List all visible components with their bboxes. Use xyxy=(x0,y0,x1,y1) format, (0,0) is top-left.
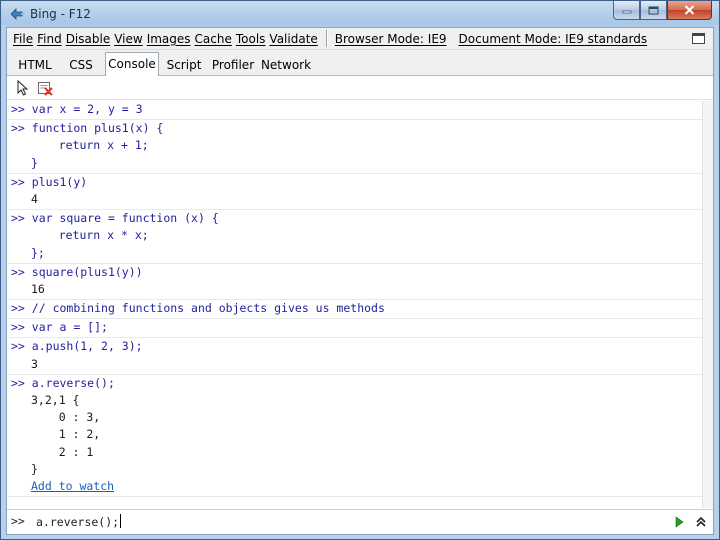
text-caret xyxy=(120,514,122,528)
console-command-line: >> var x = 2, y = 3 xyxy=(7,101,702,118)
tab-profiler[interactable]: Profiler xyxy=(210,54,256,76)
command-text: // combining functions and objects gives… xyxy=(31,301,385,316)
result-line: 16 xyxy=(31,281,45,296)
command-text: plus1(y) xyxy=(31,174,88,189)
add-to-watch-row: Add to watch xyxy=(7,478,702,495)
command-text: var a = []; xyxy=(31,320,108,335)
result-line: 3 xyxy=(31,356,38,371)
console-entry: >> var x = 2, y = 3 xyxy=(7,101,702,121)
command-text: function plus1(x) { xyxy=(31,121,164,136)
expand-multiline-icon[interactable] xyxy=(695,516,707,528)
console-input-line: >> a.reverse(); xyxy=(7,509,713,534)
console-entry: >> var square = function (x) { return x … xyxy=(7,210,702,264)
f12-devtools-window: Bing - F12 File Find Disable View Images… xyxy=(0,0,720,540)
command-text: square(plus1(y)) xyxy=(31,264,143,279)
console-scrollbar[interactable] xyxy=(702,101,713,508)
command-continuation-line: } xyxy=(31,155,38,170)
close-button[interactable] xyxy=(667,1,712,20)
prompt-marker: >> xyxy=(11,121,25,136)
command-text: var square = function (x) { xyxy=(31,211,219,226)
input-prompt-marker: >> xyxy=(11,514,25,528)
command-continuation-line: }; xyxy=(31,245,45,260)
console-command-line: >> var a = []; xyxy=(7,319,702,336)
console-command-line: >> square(plus1(y)) xyxy=(7,264,702,281)
result-line: } xyxy=(31,461,38,476)
tab-html[interactable]: HTML xyxy=(13,54,57,76)
console-entry: >> square(plus1(y)) 16 xyxy=(7,264,702,301)
minimize-icon xyxy=(622,10,631,14)
command-continuation-line: return x * x; xyxy=(31,228,149,243)
console-command-line: >> a.push(1, 2, 3); xyxy=(7,338,702,355)
console-command-line: >> // combining functions and objects gi… xyxy=(7,300,702,317)
dock-toggle-icon[interactable] xyxy=(692,33,705,44)
prompt-marker: >> xyxy=(11,375,25,390)
document-mode-menu[interactable]: Document Mode: IE9 standards xyxy=(459,32,652,46)
result-line: 3,2,1 { xyxy=(31,393,80,407)
console-command-line: >> function plus1(x) { xyxy=(7,120,702,137)
devtools-client-area: File Find Disable View Images Cache Tool… xyxy=(6,27,714,535)
window-title: Bing - F12 xyxy=(30,7,91,21)
command-text: a.reverse(); xyxy=(31,375,115,390)
menu-images[interactable]: Images xyxy=(147,32,195,46)
console-entry: >> function plus1(x) { return x + 1;} xyxy=(7,120,702,174)
prompt-marker: >> xyxy=(11,174,25,189)
console-entry: >> var a = []; xyxy=(7,319,702,339)
menu-file[interactable]: File xyxy=(13,32,37,46)
maximize-icon xyxy=(648,6,659,14)
browser-mode-menu[interactable]: Browser Mode: IE9 xyxy=(335,32,451,46)
result-line: 0 : 3, xyxy=(31,410,101,425)
console-entry: >> a.push(1, 2, 3); 3 xyxy=(7,338,702,375)
prompt-marker: >> xyxy=(11,102,25,116)
result-line: 4 xyxy=(31,191,38,206)
prompt-marker: >> xyxy=(11,339,25,354)
console-entry: >> plus1(y) 4 xyxy=(7,174,702,211)
run-script-icon[interactable] xyxy=(673,516,685,528)
result-line: 1 : 2, xyxy=(31,427,101,442)
console-command-line: >> var square = function (x) { xyxy=(7,210,702,227)
tab-network[interactable]: Network xyxy=(260,54,312,76)
command-text: var x = 2, y = 3 xyxy=(31,102,143,116)
devtools-app-icon xyxy=(10,8,24,20)
menu-disable[interactable]: Disable xyxy=(66,32,115,46)
console-output: >> var x = 2, y = 3 >> function plus1(x) … xyxy=(7,101,702,508)
console-command-line: >> a.reverse(); xyxy=(7,375,702,392)
console-command-line: >> plus1(y) xyxy=(7,174,702,191)
prompt-marker: >> xyxy=(11,301,25,316)
tab-console[interactable]: Console xyxy=(105,52,159,77)
menu-separator xyxy=(325,30,327,47)
console-input-value: a.reverse(); xyxy=(36,515,120,529)
title-bar[interactable]: Bing - F12 xyxy=(1,1,719,27)
minimize-button[interactable] xyxy=(613,1,640,20)
menu-tools[interactable]: Tools xyxy=(236,32,270,46)
add-to-watch-link[interactable]: Add to watch xyxy=(31,479,114,493)
select-element-icon[interactable] xyxy=(15,80,31,96)
clear-console-icon[interactable] xyxy=(37,80,53,96)
menu-cache[interactable]: Cache xyxy=(195,32,236,46)
console-toolbar xyxy=(7,76,713,100)
menu-view[interactable]: View xyxy=(114,32,146,46)
console-entry: >> a.reverse(); 3,2,1 { 0 : 3, 1 : 2, 2 :… xyxy=(7,375,702,498)
menu-bar: File Find Disable View Images Cache Tool… xyxy=(7,28,713,50)
menu-find[interactable]: Find xyxy=(37,32,66,46)
result-line: 2 : 1 xyxy=(31,444,94,459)
tab-strip: HTML CSS Console Script Profiler Network xyxy=(7,50,713,77)
menu-validate[interactable]: Validate xyxy=(269,32,321,46)
command-text: a.push(1, 2, 3); xyxy=(31,339,143,354)
console-input[interactable]: a.reverse(); xyxy=(36,514,122,529)
console-entry: >> // combining functions and objects gi… xyxy=(7,300,702,320)
tab-script[interactable]: Script xyxy=(163,54,205,76)
close-icon xyxy=(684,5,695,15)
maximize-button[interactable] xyxy=(640,1,667,20)
prompt-marker: >> xyxy=(11,264,25,279)
tab-css[interactable]: CSS xyxy=(63,54,99,76)
prompt-marker: >> xyxy=(11,320,25,335)
prompt-marker: >> xyxy=(11,211,25,226)
command-continuation-line: return x + 1; xyxy=(31,138,149,153)
